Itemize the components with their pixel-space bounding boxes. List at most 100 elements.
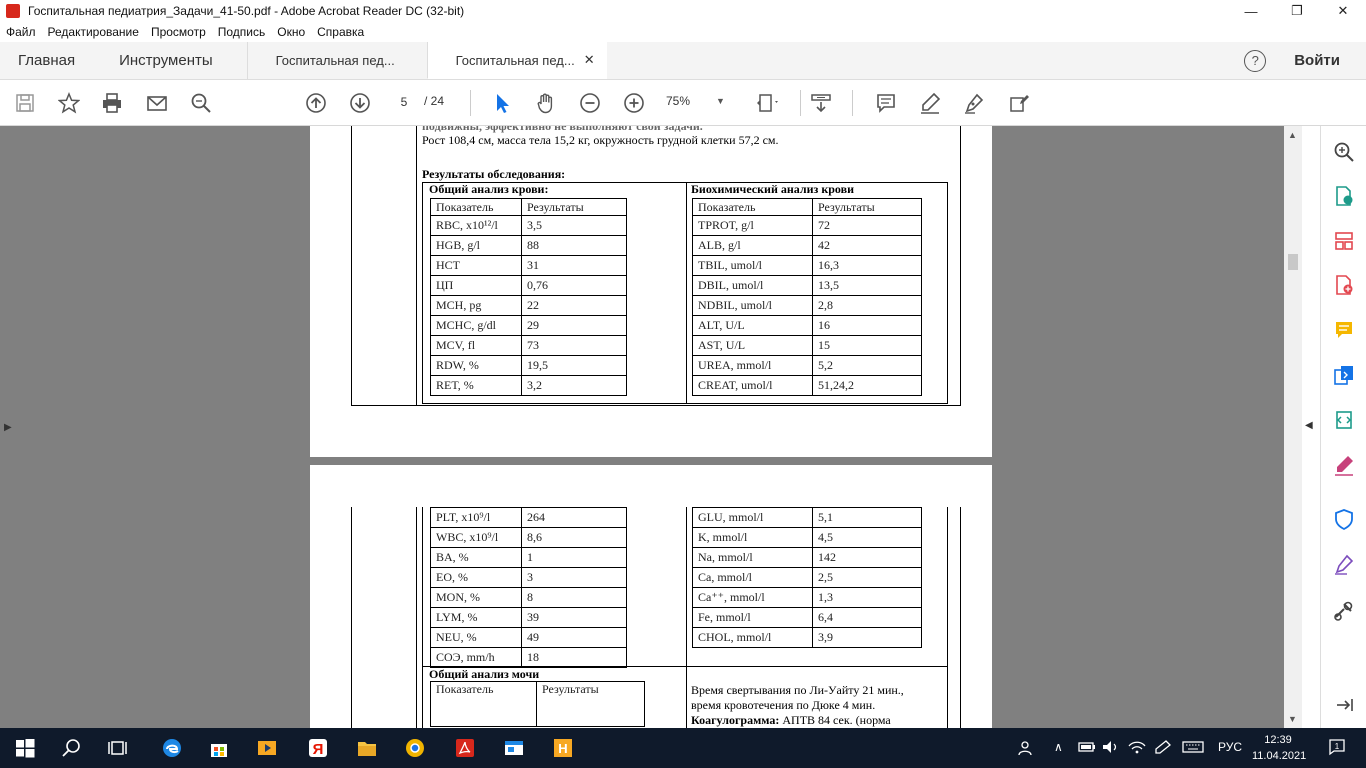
task-view-icon[interactable] — [108, 737, 130, 759]
results-divider — [686, 182, 687, 404]
hamster-app-icon[interactable]: H — [552, 737, 574, 759]
scroll-mode-icon[interactable] — [810, 92, 832, 114]
fill-sign-icon[interactable] — [1008, 92, 1030, 114]
battery-icon[interactable] — [1078, 740, 1096, 757]
clock[interactable]: 12:39 11.04.2021 — [1252, 732, 1306, 764]
table-header-row: Показатель Результаты — [430, 681, 645, 727]
comment-icon[interactable] — [875, 92, 897, 114]
sign-in-button[interactable]: Войти — [1294, 52, 1340, 69]
value-cell: 6,4 — [812, 607, 922, 628]
value-cell: 3 — [521, 567, 627, 588]
value-cell: 72 — [812, 215, 922, 236]
select-cursor-icon[interactable] — [491, 92, 513, 114]
menu-edit[interactable]: Редактирование — [48, 25, 139, 39]
param-cell: MON, % — [430, 587, 522, 608]
zoom-level-input[interactable]: 75% — [666, 94, 690, 108]
export-pdf-icon[interactable] — [1333, 185, 1355, 207]
menu-window[interactable]: Окно — [277, 25, 305, 39]
table-row: Ca⁺⁺, mmol/l 1,3 — [692, 587, 922, 608]
collapse-pane-icon[interactable] — [1333, 694, 1355, 716]
taskbar-search-icon[interactable] — [61, 737, 83, 759]
value-cell: 22 — [521, 295, 627, 316]
language-indicator[interactable]: РУС — [1218, 740, 1242, 754]
results-title: Результаты обследования: — [422, 167, 566, 181]
tab-document-1[interactable]: Госпитальная пед... — [246, 42, 427, 79]
people-icon[interactable] — [1018, 740, 1034, 759]
zoom-out-icon[interactable] — [579, 92, 601, 114]
sign-pen-icon[interactable] — [963, 92, 985, 114]
volume-icon[interactable] — [1102, 740, 1120, 757]
chrome-browser-icon[interactable] — [404, 737, 426, 759]
zoom-search-icon[interactable] — [1333, 141, 1355, 163]
mail-icon[interactable] — [146, 92, 168, 114]
maximize-button[interactable]: ❐ — [1274, 0, 1320, 22]
previous-page-icon[interactable] — [305, 92, 327, 114]
value-cell: 19,5 — [521, 355, 627, 376]
next-page-icon[interactable] — [349, 92, 371, 114]
scrollbar-thumb[interactable] — [1288, 254, 1298, 270]
create-pdf-icon[interactable] — [1333, 274, 1355, 296]
store-icon[interactable] — [208, 737, 230, 759]
file-explorer-icon[interactable] — [356, 737, 378, 759]
show-hidden-icons-icon[interactable]: ∧ — [1054, 740, 1063, 754]
edit-pdf-icon[interactable] — [1333, 409, 1355, 431]
fill-sign-tool-icon[interactable] — [1333, 454, 1355, 476]
value-cell: 39 — [521, 607, 627, 628]
table-row: RDW, % 19,5 — [430, 355, 627, 376]
vertical-scrollbar[interactable]: ▲ ▼ — [1284, 126, 1302, 728]
window-app-icon[interactable] — [503, 737, 525, 759]
zoom-in-icon[interactable] — [623, 92, 645, 114]
video-player-icon[interactable] — [256, 737, 278, 759]
table-row: LYM, % 39 — [430, 607, 627, 628]
tab-document-2[interactable]: Госпитальная пед... ✕ — [426, 42, 607, 79]
send-for-signature-icon[interactable] — [1333, 553, 1355, 575]
scroll-up-icon[interactable]: ▲ — [1288, 130, 1297, 140]
more-tools-icon[interactable] — [1333, 600, 1355, 622]
pen-workspace-icon[interactable] — [1154, 740, 1172, 757]
star-icon[interactable] — [58, 92, 80, 114]
left-pane-toggle-icon[interactable]: ▶ — [4, 422, 12, 433]
highlight-pen-icon[interactable] — [919, 92, 941, 114]
close-window-button[interactable]: ✕ — [1320, 0, 1366, 22]
document-viewer[interactable]: ▶ подвижны, эффективно не выполняют свои… — [0, 126, 1302, 728]
tab-home[interactable]: Главная — [0, 42, 93, 79]
search-icon[interactable] — [190, 92, 212, 114]
combine-files-icon[interactable] — [1333, 364, 1355, 386]
menu-view[interactable]: Просмотр — [151, 25, 206, 39]
comment-tool-icon[interactable] — [1333, 319, 1355, 341]
keyboard-icon[interactable] — [1182, 740, 1204, 757]
clotting-time-text: Время свертывания по Ли-Уайту 21 мин., — [691, 683, 904, 697]
menu-help[interactable]: Справка — [317, 25, 364, 39]
print-icon[interactable] — [101, 92, 123, 114]
tab-tools[interactable]: Инструменты — [93, 42, 247, 79]
edge-browser-icon[interactable] — [161, 737, 183, 759]
scroll-down-icon[interactable]: ▼ — [1288, 714, 1297, 724]
param-cell: Ca⁺⁺, mmol/l — [692, 587, 813, 608]
save-icon[interactable] — [14, 92, 36, 114]
param-cell: СОЭ, mm/h — [430, 647, 522, 668]
param-cell: MCH, pg — [430, 295, 522, 316]
page-fit-icon[interactable] — [756, 92, 778, 114]
organize-pages-icon[interactable] — [1333, 230, 1355, 252]
menu-file[interactable]: Файл — [6, 25, 36, 39]
urine-title: Общий анализ мочи — [429, 667, 540, 681]
zoom-dropdown-icon[interactable]: ▼ — [716, 96, 725, 106]
table-row: Ca, mmol/l 2,5 — [692, 567, 922, 588]
coagulogram-label: Коагулограмма: — [691, 713, 780, 727]
table-row: ALT, U/L 16 — [692, 315, 922, 336]
hand-tool-icon[interactable] — [535, 92, 557, 114]
page-number-input[interactable]: 5 — [388, 91, 420, 113]
help-icon[interactable]: ? — [1244, 49, 1267, 72]
value-cell: 42 — [812, 235, 922, 256]
menu-sign[interactable]: Подпись — [218, 25, 266, 39]
windows-start-icon[interactable] — [14, 737, 36, 759]
network-icon[interactable] — [1128, 740, 1146, 757]
yandex-browser-icon[interactable]: Я — [307, 737, 329, 759]
biochem-table-continued: GLU, mmol/l 5,1 K, mmol/l 4,5 Na, mmol/l 14… — [692, 507, 922, 648]
tab-close-icon[interactable]: ✕ — [584, 52, 595, 68]
notifications-icon[interactable]: 1 — [1328, 738, 1346, 759]
protect-shield-icon[interactable] — [1333, 508, 1355, 531]
right-pane-toggle-icon[interactable]: ◀ — [1305, 420, 1313, 431]
minimize-button[interactable]: — — [1228, 0, 1274, 22]
acrobat-taskbar-icon[interactable] — [454, 737, 476, 759]
